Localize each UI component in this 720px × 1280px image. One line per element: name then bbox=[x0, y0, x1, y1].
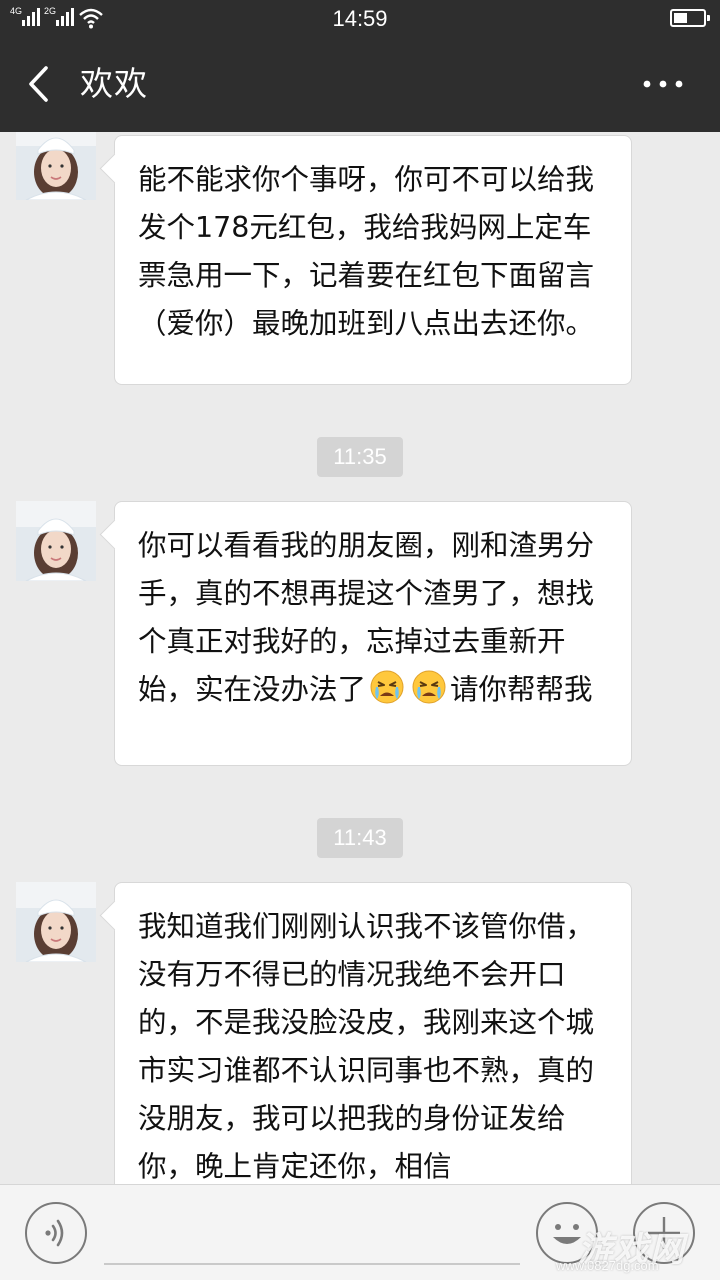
message-text: 我知道我们刚刚认识我不该管你借，没有万不得已的情况我绝不会开口的，不是我没脸没皮… bbox=[138, 910, 595, 1183]
smiley-icon bbox=[536, 1202, 598, 1264]
message-text: 请你帮帮我 bbox=[450, 673, 593, 706]
plus-icon bbox=[633, 1202, 695, 1264]
back-button[interactable] bbox=[14, 58, 66, 110]
avatar-photo bbox=[16, 132, 96, 200]
battery-level bbox=[674, 13, 687, 23]
status-time: 14:59 bbox=[332, 6, 388, 31]
chat-input-bar bbox=[0, 1184, 720, 1280]
battery-icon bbox=[670, 9, 710, 27]
contact-avatar[interactable] bbox=[16, 882, 96, 962]
message-bubble[interactable]: 我知道我们刚刚认识我不该管你借，没有万不得已的情况我绝不会开口的，不是我没脸没皮… bbox=[114, 882, 632, 1184]
time-divider: 11:43 bbox=[317, 818, 403, 858]
contact-avatar[interactable] bbox=[16, 501, 96, 581]
message-text: 能不能求你个事呀，你可不可以给我发个178元红包，我给我妈网上定车票急用一下，记… bbox=[138, 163, 595, 340]
more-icon bbox=[643, 80, 683, 88]
crying-face-icon bbox=[369, 669, 405, 705]
time-divider: 11:35 bbox=[317, 437, 403, 477]
more-button[interactable] bbox=[630, 60, 696, 108]
emoji-button[interactable] bbox=[535, 1201, 599, 1265]
status-bar: 4G 2G 14:59 bbox=[0, 0, 720, 36]
avatar-photo bbox=[16, 882, 96, 962]
chevron-left-icon bbox=[29, 66, 48, 102]
voice-icon bbox=[25, 1202, 87, 1264]
crying-face-icon bbox=[411, 669, 447, 705]
message-bubble[interactable]: 能不能求你个事呀，你可不可以给我发个178元红包，我给我妈网上定车票急用一下，记… bbox=[114, 135, 632, 385]
voice-button[interactable] bbox=[24, 1201, 88, 1265]
avatar-photo bbox=[16, 501, 96, 581]
chat-title: 欢欢 bbox=[80, 64, 148, 103]
message-input[interactable] bbox=[104, 1205, 520, 1265]
message-list[interactable]: 能不能求你个事呀，你可不可以给我发个178元红包，我给我妈网上定车票急用一下，记… bbox=[0, 132, 720, 1184]
contact-avatar[interactable] bbox=[16, 132, 96, 200]
more-actions-button[interactable] bbox=[632, 1201, 696, 1265]
message-bubble[interactable]: 你可以看看我的朋友圈，刚和渣男分手，真的不想再提这个渣男了，想找个真正对我好的，… bbox=[114, 501, 632, 766]
chat-header: 欢欢 bbox=[0, 36, 720, 132]
